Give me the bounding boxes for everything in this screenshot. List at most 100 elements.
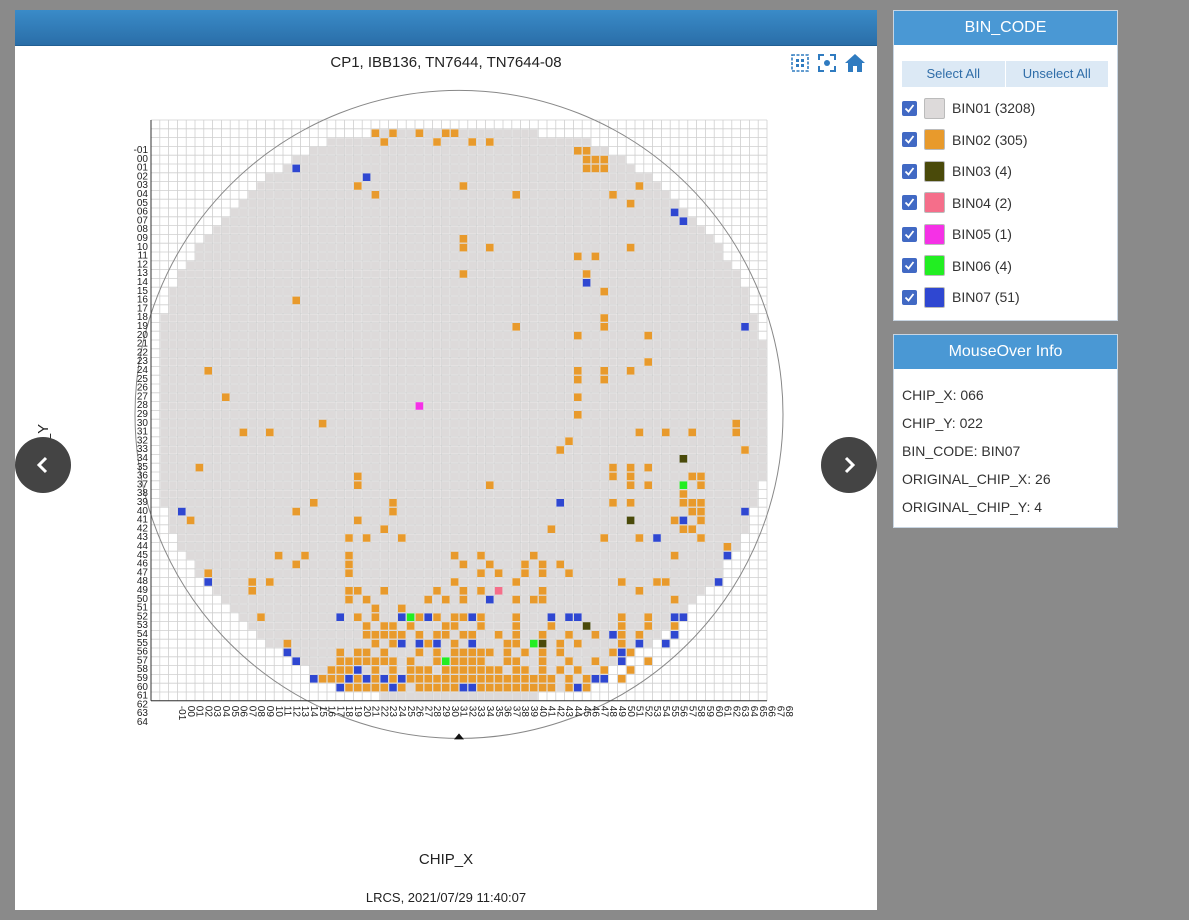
die-cell[interactable]: [415, 419, 424, 428]
die-cell[interactable]: [494, 199, 503, 208]
die-cell[interactable]: [380, 252, 388, 261]
die-cell[interactable]: [626, 613, 635, 621]
die-cell[interactable]: [486, 375, 494, 384]
die-cell[interactable]: [195, 384, 204, 393]
die-cell[interactable]: [283, 323, 292, 331]
die-cell[interactable]: [354, 525, 362, 533]
die-cell[interactable]: [371, 305, 380, 313]
die-cell[interactable]: [433, 287, 441, 296]
die-cell[interactable]: [574, 226, 582, 234]
die-cell[interactable]: [644, 560, 652, 569]
die-cell[interactable]: [662, 499, 670, 507]
die-cell[interactable]: [459, 622, 468, 630]
die-cell[interactable]: [406, 639, 415, 648]
die-cell[interactable]: [635, 481, 644, 489]
die-cell[interactable]: [679, 305, 688, 313]
die-cell[interactable]: [662, 393, 670, 401]
die-cell[interactable]: [301, 419, 309, 428]
die-cell[interactable]: [433, 604, 441, 613]
die-cell[interactable]: [450, 384, 459, 393]
die-cell[interactable]: [714, 578, 723, 586]
die-cell[interactable]: [600, 252, 608, 261]
die-cell[interactable]: [406, 138, 415, 146]
die-cell[interactable]: [433, 481, 441, 489]
die-cell[interactable]: [415, 446, 424, 454]
die-cell[interactable]: [741, 402, 749, 410]
die-cell[interactable]: [600, 639, 608, 648]
die-cell[interactable]: [679, 516, 688, 525]
die-cell[interactable]: [195, 411, 204, 419]
die-cell[interactable]: [406, 182, 415, 190]
die-cell[interactable]: [653, 411, 661, 419]
die-cell[interactable]: [565, 587, 573, 595]
die-cell[interactable]: [450, 587, 459, 595]
die-cell[interactable]: [662, 208, 670, 217]
die-cell[interactable]: [486, 164, 494, 173]
die-cell[interactable]: [230, 604, 239, 613]
die-cell[interactable]: [582, 622, 591, 630]
die-cell[interactable]: [371, 657, 380, 665]
die-cell[interactable]: [336, 217, 344, 225]
die-cell[interactable]: [626, 428, 635, 437]
die-cell[interactable]: [310, 226, 318, 234]
die-cell[interactable]: [697, 481, 705, 489]
die-cell[interactable]: [380, 138, 388, 146]
die-cell[interactable]: [679, 393, 688, 401]
die-cell[interactable]: [371, 648, 380, 657]
die-cell[interactable]: [178, 534, 186, 542]
die-cell[interactable]: [336, 463, 344, 472]
die-cell[interactable]: [486, 199, 494, 208]
die-cell[interactable]: [626, 305, 635, 313]
die-cell[interactable]: [503, 305, 512, 313]
die-cell[interactable]: [723, 481, 732, 489]
die-cell[interactable]: [459, 639, 468, 648]
die-cell[interactable]: [442, 393, 450, 401]
die-cell[interactable]: [266, 578, 274, 586]
die-cell[interactable]: [389, 578, 397, 586]
die-cell[interactable]: [741, 367, 749, 375]
die-cell[interactable]: [521, 375, 529, 384]
die-cell[interactable]: [380, 560, 388, 569]
die-cell[interactable]: [433, 270, 441, 278]
die-cell[interactable]: [345, 604, 353, 613]
die-cell[interactable]: [230, 235, 239, 243]
die-cell[interactable]: [626, 411, 635, 419]
die-cell[interactable]: [380, 507, 388, 516]
die-cell[interactable]: [398, 639, 406, 648]
die-cell[interactable]: [406, 648, 415, 657]
die-cell[interactable]: [318, 164, 327, 173]
die-cell[interactable]: [292, 287, 300, 296]
die-cell[interactable]: [670, 331, 679, 340]
die-cell[interactable]: [310, 155, 318, 164]
die-cell[interactable]: [362, 191, 371, 199]
die-cell[interactable]: [486, 455, 494, 463]
die-cell[interactable]: [354, 173, 362, 181]
die-cell[interactable]: [160, 428, 168, 437]
die-cell[interactable]: [424, 419, 432, 428]
die-cell[interactable]: [512, 683, 520, 692]
die-cell[interactable]: [371, 613, 380, 621]
die-cell[interactable]: [362, 551, 371, 560]
die-cell[interactable]: [591, 155, 600, 164]
die-cell[interactable]: [758, 455, 767, 463]
die-cell[interactable]: [459, 675, 468, 683]
die-cell[interactable]: [362, 534, 371, 542]
die-cell[interactable]: [274, 270, 283, 278]
die-cell[interactable]: [574, 499, 582, 507]
die-cell[interactable]: [433, 393, 441, 401]
die-cell[interactable]: [626, 639, 635, 648]
die-cell[interactable]: [283, 199, 292, 208]
die-cell[interactable]: [292, 472, 300, 481]
die-cell[interactable]: [213, 560, 221, 569]
die-cell[interactable]: [538, 358, 547, 366]
die-cell[interactable]: [362, 349, 371, 357]
die-cell[interactable]: [283, 560, 292, 569]
die-cell[interactable]: [274, 367, 283, 375]
die-cell[interactable]: [512, 226, 520, 234]
die-cell[interactable]: [512, 199, 520, 208]
die-cell[interactable]: [230, 208, 239, 217]
die-cell[interactable]: [398, 367, 406, 375]
die-cell[interactable]: [230, 367, 239, 375]
die-cell[interactable]: [714, 543, 723, 551]
die-cell[interactable]: [600, 613, 608, 621]
